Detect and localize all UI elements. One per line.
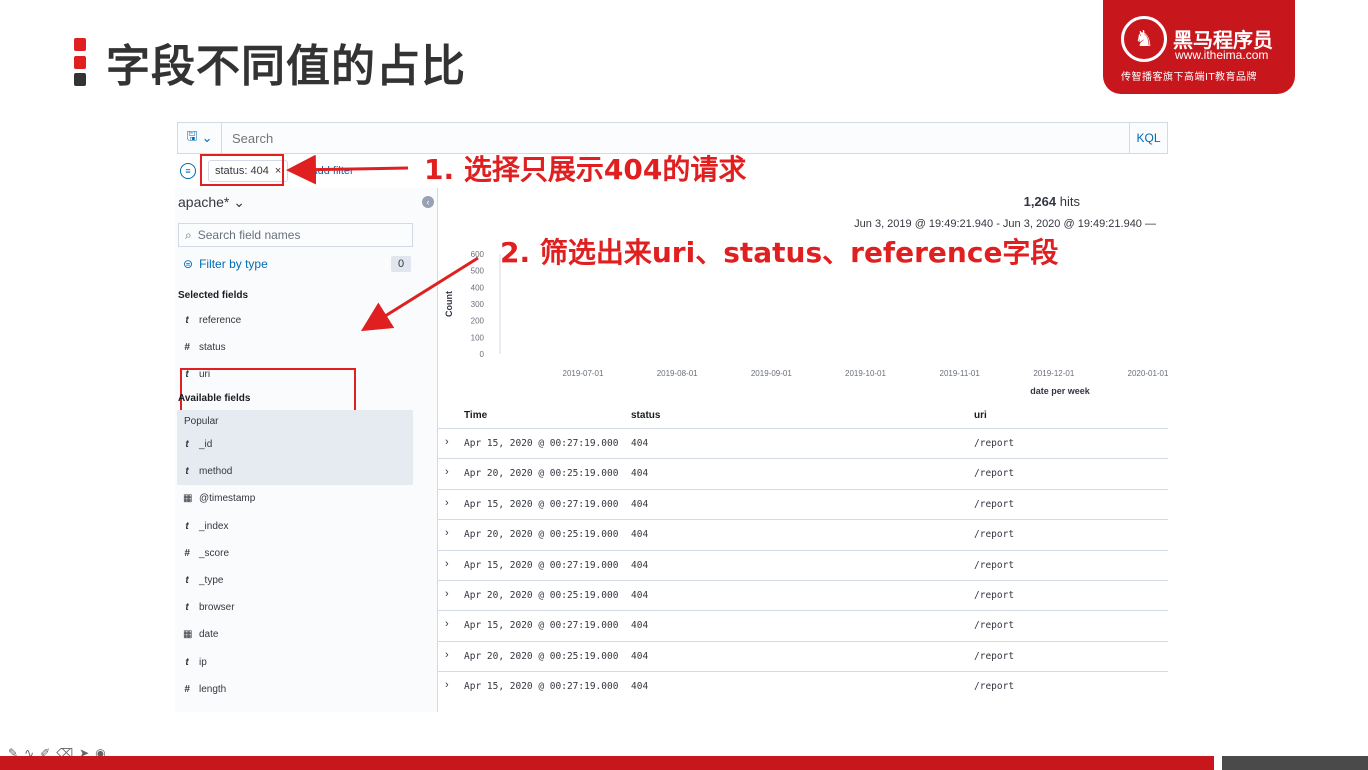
- footer-block: [1222, 756, 1368, 770]
- arrow-step1: [286, 154, 409, 185]
- footer-bar: [0, 756, 1214, 770]
- arrow-step2: [360, 256, 479, 332]
- annotation-arrows: [286, 154, 479, 332]
